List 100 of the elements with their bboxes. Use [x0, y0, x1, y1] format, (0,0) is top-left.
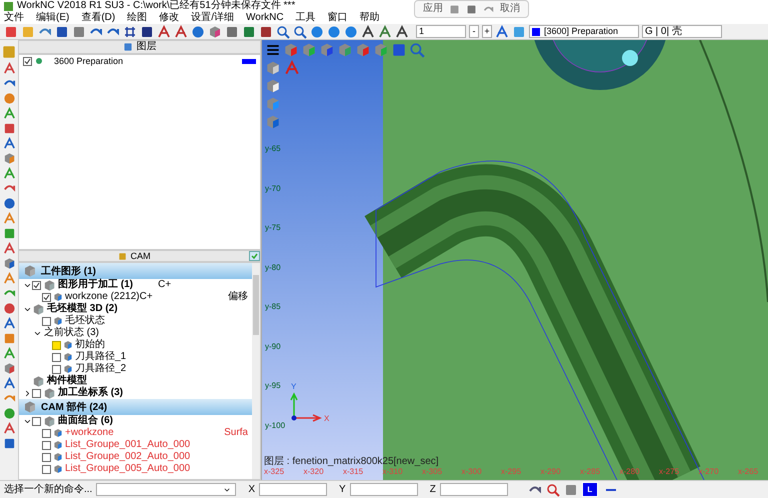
circle-icon[interactable] [2, 92, 16, 105]
menu-item[interactable]: 编辑(E) [36, 12, 70, 24]
tree-item-label[interactable]: 图形用于加工 (1) [58, 279, 133, 291]
tree-item-label[interactable]: 加工坐标系 (3) [58, 387, 123, 399]
part-icon[interactable] [43, 414, 56, 428]
cube-icon[interactable] [53, 316, 63, 326]
coordinate-field[interactable] [440, 483, 508, 496]
axis-tick-label: y-65 [265, 144, 281, 153]
wireframe-cube-icon[interactable] [265, 60, 281, 76]
minus-button[interactable]: - [469, 25, 479, 38]
menu-item[interactable]: 帮助 [360, 12, 380, 24]
menu-item[interactable]: 文件 [4, 12, 24, 24]
grid-icon[interactable] [123, 24, 137, 38]
coordinate-field[interactable] [350, 483, 418, 496]
tree-item-label[interactable]: List_Groupe_005_Auto_000 [65, 463, 190, 475]
layer-dropdown[interactable]: [3600] Preparation [529, 25, 639, 38]
cancel-button[interactable]: 取消 [500, 3, 520, 15]
part-icon[interactable] [43, 386, 56, 400]
checkbox[interactable] [42, 464, 51, 474]
cube-icon[interactable] [53, 464, 63, 474]
axis-tick-label: x-295 [501, 467, 522, 476]
dash-icon [606, 488, 616, 490]
menu-item[interactable]: 绘图 [127, 12, 148, 24]
menu-item[interactable]: 窗口 [328, 12, 348, 24]
cube-icon[interactable] [2, 257, 16, 270]
cube-icon[interactable] [63, 340, 73, 350]
collapse-caret-icon[interactable] [23, 388, 32, 398]
mode-button[interactable]: L [582, 482, 598, 497]
axis-tick-label: x-265 [738, 467, 758, 476]
tree-item-label[interactable]: 毛坯状态 [65, 315, 105, 327]
zoom-icon[interactable] [276, 24, 290, 38]
tree-item-label[interactable]: 构件模型 [47, 375, 87, 387]
zoom-field[interactable]: 1 [416, 25, 466, 38]
tree-section-header[interactable]: CAM 部件 (24) [19, 399, 252, 415]
tree-item-label[interactable]: 刀具路径_1 [75, 351, 126, 363]
tree-item-label[interactable]: +workzone [65, 427, 114, 439]
menu-item[interactable]: 工具 [296, 12, 316, 24]
tree-item-label[interactable]: 刀具路径_2 [75, 363, 126, 375]
menu-item[interactable]: WorkNC [246, 12, 284, 24]
plus-button[interactable]: + [482, 25, 492, 38]
apply-button[interactable]: 应用 [423, 3, 443, 15]
checkbox[interactable] [23, 56, 32, 66]
checkbox[interactable] [42, 428, 51, 438]
cube-icon[interactable] [319, 42, 335, 58]
menu-item[interactable]: 修改 [159, 12, 180, 24]
checkbox[interactable] [32, 388, 41, 398]
state-box[interactable] [52, 364, 61, 374]
state-box[interactable] [52, 340, 61, 350]
tree-item-label[interactable]: List_Groupe_002_Auto_000 [65, 451, 190, 463]
circle-icon[interactable] [2, 407, 16, 420]
scrollbar[interactable] [252, 263, 260, 479]
axis-tick-label: x-325 [264, 467, 284, 476]
menu-item[interactable]: 查看(D) [81, 12, 116, 24]
cube-icon[interactable] [53, 452, 63, 462]
menu-icon[interactable] [265, 42, 281, 58]
tree-section-header[interactable]: 工件图形 (1) [19, 263, 252, 279]
state-box[interactable] [52, 352, 61, 362]
axis-triad-icon [290, 392, 322, 422]
command-dropdown[interactable] [96, 483, 236, 496]
axis-tick-label: x-285 [580, 467, 600, 476]
checkbox[interactable] [42, 316, 51, 326]
axis-tick-label: y-100 [265, 420, 286, 430]
circle-icon[interactable] [2, 197, 16, 210]
coordinate-label: Z [430, 483, 436, 497]
layer-name[interactable]: 3600 Preparation [54, 55, 238, 67]
tree-item-label[interactable]: 初始的 [75, 339, 105, 351]
menu-item[interactable]: 设置/详细 [191, 12, 234, 24]
cube-icon[interactable] [2, 362, 16, 375]
axis-tick-label: y-80 [265, 262, 281, 272]
axis-label: Y [291, 382, 296, 391]
cube-icon[interactable] [63, 352, 73, 362]
coordinate-field[interactable] [259, 483, 328, 496]
cube-icon[interactable] [53, 428, 63, 438]
checkbox[interactable] [42, 440, 51, 450]
tree-item-label[interactable]: 曲面组合 (6) [58, 415, 113, 427]
cube-icon[interactable] [2, 152, 16, 165]
cube-icon[interactable] [53, 440, 63, 450]
tree-item-label[interactable]: List_Groupe_001_Auto_000 [65, 439, 190, 451]
outline-cube-icon[interactable] [265, 78, 281, 94]
axis-tick-label: x-305 [422, 467, 442, 476]
globe-icon[interactable] [191, 24, 205, 38]
axis-tick-label: x-290 [540, 467, 561, 476]
check-icon[interactable] [249, 251, 260, 261]
checkbox[interactable] [32, 416, 41, 426]
checkbox[interactable] [42, 452, 51, 462]
tree-item-label[interactable]: 毛坯模型 3D (2) [47, 303, 118, 315]
circle-icon[interactable] [2, 302, 16, 315]
tree-item-label[interactable]: workzone (2212) [65, 291, 140, 303]
tree-item-label[interactable]: 之前状态 (3) [44, 327, 99, 339]
zoom-icon[interactable] [293, 24, 307, 38]
axis-tick-label: y-85 [265, 302, 281, 311]
cube-icon[interactable] [53, 292, 63, 302]
tree-item-value: C+ [139, 291, 154, 303]
axis-tick-label: y-75 [265, 223, 281, 232]
checkbox[interactable] [32, 280, 41, 290]
cube-icon[interactable] [63, 364, 73, 374]
group-dropdown[interactable]: G | 0| 壳 [642, 25, 722, 38]
axis-tick-label: y-90 [265, 342, 281, 350]
checkbox[interactable] [42, 292, 51, 302]
cube-icon[interactable] [208, 24, 222, 38]
